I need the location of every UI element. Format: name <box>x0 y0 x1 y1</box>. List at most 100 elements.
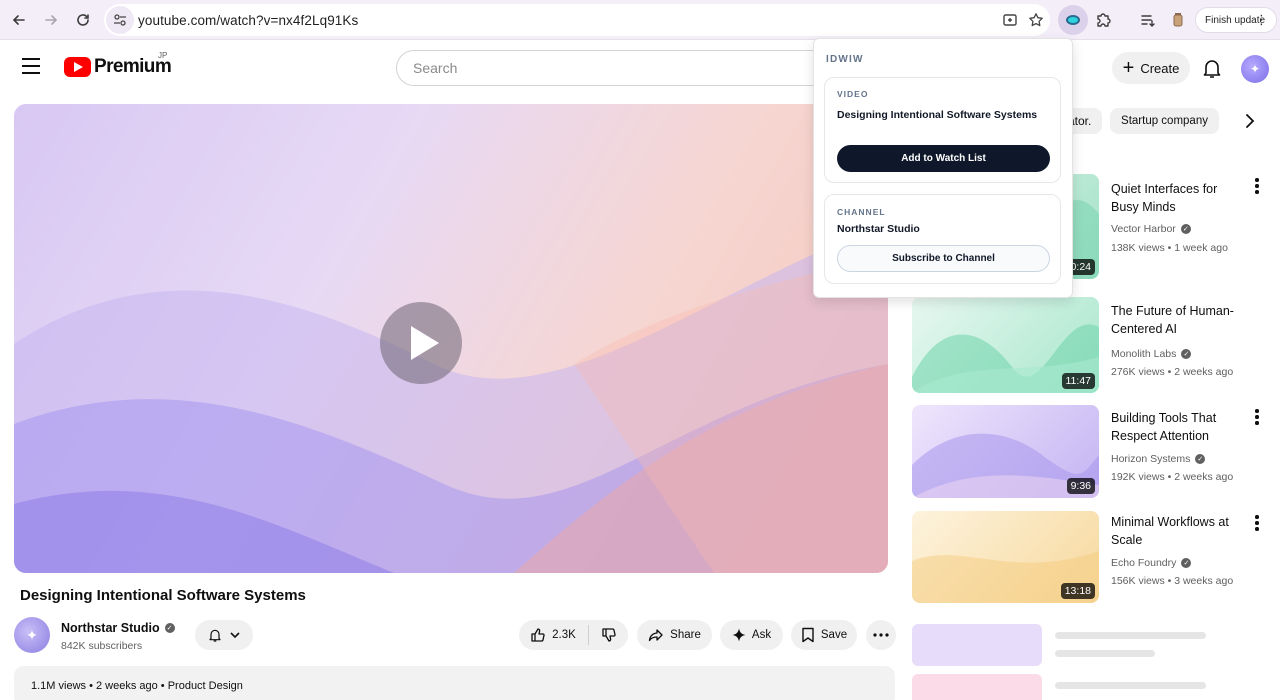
share-button[interactable]: Share <box>637 620 712 650</box>
install-app-icon[interactable] <box>1002 12 1018 28</box>
bookmark-star-icon[interactable] <box>1028 12 1044 28</box>
notifications-bell-icon[interactable] <box>1200 56 1224 80</box>
channel-card-label: CHANNEL <box>837 207 886 217</box>
create-label: Create <box>1140 60 1180 76</box>
youtube-premium-logo[interactable]: Premium JP <box>64 51 172 78</box>
eye-icon <box>1066 15 1080 25</box>
recommendation-channel-name: Echo Foundry <box>1111 557 1177 569</box>
recommendation-thumbnail[interactable]: 9:36 <box>912 405 1099 498</box>
chevron-right-icon[interactable] <box>1240 111 1260 131</box>
jar-icon <box>1173 13 1183 27</box>
sparkle-icon <box>732 628 746 642</box>
play-button[interactable] <box>380 302 462 384</box>
recommendation-channel-name: Vector Harbor <box>1111 223 1176 235</box>
recommendation-title[interactable]: The Future of Human-Centered AI <box>1111 302 1246 338</box>
plus-icon: + <box>1122 57 1135 79</box>
like-count: 2.3K <box>552 629 576 641</box>
recommendation-menu-icon[interactable] <box>1255 178 1261 196</box>
search-input[interactable]: Search <box>396 50 826 86</box>
back-button[interactable] <box>4 5 34 35</box>
ask-button[interactable]: Ask <box>720 620 783 650</box>
idwiw-extension-button[interactable] <box>1058 5 1088 35</box>
video-card-label: VIDEO <box>837 89 869 99</box>
url-text[interactable]: youtube.com/watch?v=nx4f2Lq91Ks <box>138 13 358 28</box>
account-avatar[interactable]: ✦ <box>1241 55 1269 83</box>
add-to-watch-list-label: Add to Watch List <box>901 153 986 164</box>
site-info-button[interactable] <box>106 6 134 34</box>
extensions-button[interactable] <box>1091 8 1115 32</box>
skeleton-line <box>1055 682 1206 689</box>
recommendation-thumbnail[interactable]: 13:18 <box>912 511 1099 603</box>
skeleton-thumbnail <box>912 674 1042 700</box>
skeleton-thumbnail <box>912 624 1042 666</box>
reading-list-button[interactable] <box>1136 8 1160 32</box>
create-button[interactable]: + Create <box>1112 52 1190 84</box>
recommendation-item[interactable]: 9:36 Building Tools That Respect Attenti… <box>912 405 1268 498</box>
youtube-header: Premium JP Search + Create ✦ <box>0 40 1280 96</box>
chip-startup-label: Startup company <box>1121 115 1208 127</box>
video-card: VIDEO Designing Intentional Software Sys… <box>824 77 1061 183</box>
recommendation-menu-icon[interactable] <box>1255 515 1261 533</box>
recommendation-menu-icon[interactable] <box>1255 409 1261 427</box>
arrow-left-icon <box>12 14 25 25</box>
bell-icon <box>209 629 221 642</box>
browser-menu-icon[interactable]: ⋮ <box>1255 13 1268 27</box>
chip-startup-company[interactable]: Startup company <box>1110 108 1219 134</box>
recommendation-item[interactable]: 11:47 The Future of Human-Centered AI Mo… <box>912 297 1268 393</box>
more-actions-button[interactable] <box>866 620 896 650</box>
subscriber-count: 842K subscribers <box>61 640 143 652</box>
recommendation-meta: 138K views • 1 week ago <box>1111 242 1228 254</box>
puzzle-icon <box>1097 13 1111 27</box>
channel-name-text: Northstar Studio <box>61 621 160 635</box>
recommendation-title[interactable]: Quiet Interfaces for Busy Minds <box>1111 180 1246 216</box>
recommendation-channel[interactable]: Horizon Systems ✓ <box>1111 453 1206 465</box>
skeleton-line <box>1055 650 1155 657</box>
recommendation-channel[interactable]: Vector Harbor ✓ <box>1111 223 1191 235</box>
channel-name[interactable]: Northstar Studio ✓ <box>61 621 175 635</box>
recommendation-meta: 192K views • 2 weeks ago <box>1111 471 1234 483</box>
menu-icon[interactable] <box>22 58 42 78</box>
finish-update-button[interactable]: Finish update ⋮ <box>1195 7 1277 33</box>
ask-label: Ask <box>751 629 772 641</box>
channel-card-name: Northstar Studio <box>837 223 920 235</box>
description-box[interactable]: 1.1M views • 2 weeks ago • Product Desig… <box>14 666 895 700</box>
skeleton-line <box>1055 632 1206 639</box>
video-duration: 9:36 <box>1066 478 1095 494</box>
address-bar[interactable]: youtube.com/watch?v=nx4f2Lq91Ks <box>104 4 1050 36</box>
reload-button[interactable] <box>68 5 98 35</box>
video-player[interactable] <box>14 104 888 573</box>
recommendation-meta: 156K views • 3 weeks ago <box>1111 575 1234 587</box>
subscription-bell-button[interactable] <box>195 620 253 650</box>
channel-avatar[interactable]: ✦ <box>14 617 50 653</box>
recommendation-title[interactable]: Minimal Workflows at Scale <box>1111 513 1246 549</box>
recommendation-item[interactable]: 13:18 Minimal Workflows at Scale Echo Fo… <box>912 511 1268 603</box>
forward-button[interactable] <box>36 5 66 35</box>
profile-extension-button[interactable] <box>1166 8 1190 32</box>
share-icon <box>649 629 663 642</box>
verified-icon: ✓ <box>1181 349 1192 359</box>
recommendation-channel-name: Horizon Systems <box>1111 453 1191 465</box>
chevron-down-icon <box>230 632 240 639</box>
thumbs-down-icon[interactable] <box>601 627 617 643</box>
verified-icon: ✓ <box>164 623 175 633</box>
recommendation-channel[interactable]: Echo Foundry ✓ <box>1111 557 1192 569</box>
subscribe-to-channel-label: Subscribe to Channel <box>892 253 995 264</box>
recommendation-title[interactable]: Building Tools That Respect Attention <box>1111 409 1246 445</box>
video-card-title: Designing Intentional Software Systems <box>837 109 1038 121</box>
youtube-play-logo-icon <box>64 57 91 77</box>
logo-region: JP <box>158 51 168 60</box>
recommendation-channel-name: Monolith Labs <box>1111 348 1177 360</box>
arrow-right-icon <box>45 14 58 25</box>
video-duration: 13:18 <box>1060 583 1095 599</box>
save-button[interactable]: Save <box>791 620 857 650</box>
share-label: Share <box>670 629 701 641</box>
add-to-watch-list-button[interactable]: Add to Watch List <box>837 145 1050 172</box>
like-dislike-group: 2.3K <box>519 620 628 650</box>
recommendation-channel[interactable]: Monolith Labs ✓ <box>1111 348 1192 360</box>
save-label: Save <box>820 629 848 641</box>
subscribe-to-channel-button[interactable]: Subscribe to Channel <box>837 245 1050 272</box>
bookmark-icon <box>802 627 814 643</box>
tune-icon <box>114 14 126 26</box>
like-button[interactable]: 2.3K <box>530 627 576 643</box>
recommendation-thumbnail[interactable]: 11:47 <box>912 297 1099 393</box>
